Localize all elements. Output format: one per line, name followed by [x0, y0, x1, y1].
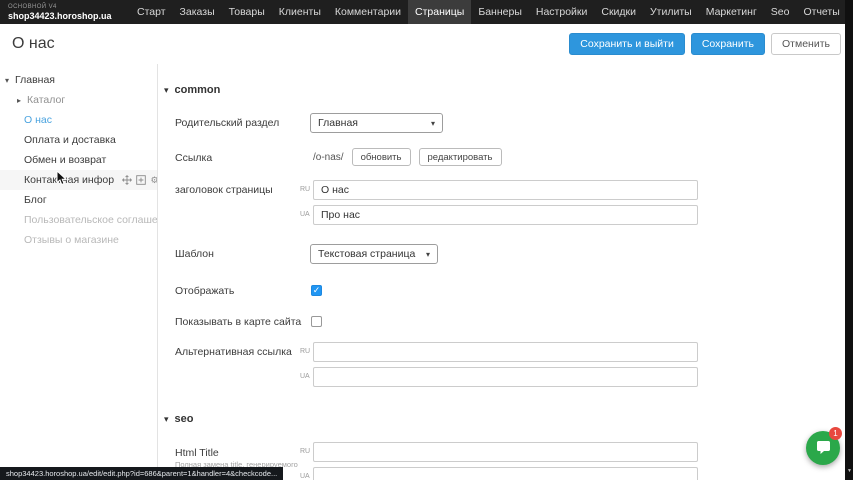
page-title-ru-input[interactable]	[313, 180, 698, 200]
html-title-label: Html Title	[175, 447, 219, 459]
move-icon[interactable]	[121, 175, 132, 186]
menu-item-reports[interactable]: Отчеты	[796, 0, 846, 24]
template-label: Шаблон	[175, 248, 214, 260]
caret-down-icon: ▾	[164, 414, 169, 425]
sitemap-checkbox[interactable]	[311, 316, 322, 327]
template-select[interactable]: Текстовая страница ▾	[310, 244, 438, 264]
link-update-button[interactable]: обновить	[352, 148, 411, 166]
chevron-down-icon: ▾	[426, 250, 430, 259]
menu-item-discounts[interactable]: Скидки	[594, 0, 643, 24]
add-icon[interactable]	[135, 175, 146, 186]
tree-item-label: Оплата и доставка	[24, 134, 116, 146]
page-title-field-label: заголовок страницы	[175, 184, 273, 196]
tree-item-oplata[interactable]: Оплата и доставка	[0, 130, 157, 150]
template-value: Текстовая страница	[318, 248, 415, 260]
link-row: /o-nas/ обновить редактировать	[313, 148, 502, 166]
display-checkbox[interactable]: ✓	[311, 285, 322, 296]
save-button[interactable]: Сохранить	[691, 33, 765, 55]
link-label: Ссылка	[175, 152, 212, 164]
parent-section-label: Родительский раздел	[175, 117, 279, 129]
page-title-ua-input[interactable]	[313, 205, 698, 225]
link-path-value: /o-nas/	[313, 152, 344, 163]
menu-item-comments[interactable]: Комментарии	[328, 0, 408, 24]
page-header: О нас Сохранить и выйти Сохранить Отмени…	[0, 24, 853, 64]
tree-item-polzovatelskoe[interactable]: Пользовательское соглашение	[0, 210, 157, 230]
scrollbar-track[interactable]	[845, 0, 853, 480]
lang-badge-ru: RU	[300, 348, 310, 355]
caret-down-icon[interactable]: ▾	[5, 76, 13, 85]
gear-icon[interactable]: ⚙	[149, 175, 157, 186]
lang-badge-ua: UA	[300, 373, 310, 380]
section-seo-label: seo	[175, 413, 194, 425]
tree-item-o-nas[interactable]: О нас	[0, 110, 157, 130]
html-title-ua-input[interactable]	[313, 467, 698, 480]
menu-item-start[interactable]: Старт	[130, 0, 173, 24]
page-edit-form: ▾ common Родительский раздел Главная ▾ С…	[159, 64, 845, 480]
parent-section-value: Главная	[318, 117, 358, 129]
tree-item-katalog[interactable]: ▸ Каталог	[0, 90, 157, 110]
alt-link-label: Альтернативная ссылка	[175, 346, 292, 358]
status-url-bar: shop34423.horoshop.ua/edit/edit.php?id=6…	[0, 467, 283, 480]
tree-item-blog[interactable]: Блог	[0, 190, 157, 210]
chevron-down-icon: ▾	[431, 119, 435, 128]
caret-right-icon[interactable]: ▸	[17, 96, 25, 105]
alt-link-ua-input[interactable]	[313, 367, 698, 387]
tree-item-label: Обмен и возврат	[24, 154, 106, 166]
tree-item-label: Пользовательское соглашение	[24, 214, 157, 226]
brand-version-label: ОСНОВНОЙ V4	[8, 4, 120, 10]
tree-item-label: Отзывы о магазине	[24, 234, 119, 246]
html-title-ru-input[interactable]	[313, 442, 698, 462]
tree-item-otzyvy[interactable]: Отзывы о магазине	[0, 230, 157, 250]
sitemap-label: Показывать в карте сайта	[175, 316, 301, 328]
menu-item-seo[interactable]: Seo	[764, 0, 797, 24]
header-buttons: Сохранить и выйти Сохранить Отменить	[569, 33, 841, 55]
section-common-label: common	[175, 84, 221, 96]
menu-item-banners[interactable]: Баннеры	[471, 0, 529, 24]
chat-unread-badge: 1	[829, 427, 842, 440]
topbar: ОСНОВНОЙ V4 shop34423.horoshop.ua Старт …	[0, 0, 853, 24]
save-and-exit-button[interactable]: Сохранить и выйти	[569, 33, 685, 55]
section-common[interactable]: ▾ common	[164, 84, 220, 96]
menu-item-utilities[interactable]: Утилиты	[643, 0, 699, 24]
main-menu: Старт Заказы Товары Клиенты Комментарии …	[130, 0, 847, 24]
tree-item-actions: ⚙	[121, 175, 157, 186]
menu-item-pages[interactable]: Страницы	[408, 0, 471, 24]
link-edit-button[interactable]: редактировать	[419, 148, 502, 166]
chat-bubble-icon	[815, 440, 832, 456]
brand-domain: shop34423.horoshop.ua	[8, 12, 120, 21]
section-seo[interactable]: ▾ seo	[164, 413, 194, 425]
cancel-button[interactable]: Отменить	[771, 33, 841, 55]
admin-screen: ОСНОВНОЙ V4 shop34423.horoshop.ua Старт …	[0, 0, 853, 480]
page-title: О нас	[12, 35, 55, 53]
menu-item-marketing[interactable]: Маркетинг	[699, 0, 764, 24]
lang-badge-ua: UA	[300, 211, 310, 218]
lang-badge-ru: RU	[300, 186, 310, 193]
tree-item-label: Главная	[15, 74, 55, 86]
tree-item-label: Контактная инфор	[24, 174, 114, 186]
caret-down-icon: ▾	[164, 85, 169, 96]
lang-badge-ua: UA	[300, 473, 310, 480]
tree-item-label: Каталог	[27, 94, 65, 106]
scroll-down-icon[interactable]: ▼	[847, 468, 852, 474]
tree-item-label: Блог	[24, 194, 47, 206]
menu-item-settings[interactable]: Настройки	[529, 0, 595, 24]
checkmark-icon: ✓	[313, 286, 321, 295]
tree-item-kontaktnaya[interactable]: Контактная инфор ⚙	[0, 170, 157, 190]
pages-tree-sidebar: ▾ Главная ▸ Каталог О нас Оплата и доста…	[0, 64, 158, 480]
alt-link-ru-input[interactable]	[313, 342, 698, 362]
menu-item-products[interactable]: Товары	[222, 0, 272, 24]
tree-item-glavnaya[interactable]: ▾ Главная	[0, 70, 157, 90]
lang-badge-ru: RU	[300, 448, 310, 455]
display-label: Отображать	[175, 285, 234, 297]
tree-item-obmen[interactable]: Обмен и возврат	[0, 150, 157, 170]
parent-section-select[interactable]: Главная ▾	[310, 113, 443, 133]
brand-logo: ОСНОВНОЙ V4 shop34423.horoshop.ua	[8, 4, 120, 21]
menu-item-clients[interactable]: Клиенты	[272, 0, 328, 24]
tree-item-label: О нас	[24, 114, 52, 126]
menu-item-orders[interactable]: Заказы	[173, 0, 222, 24]
